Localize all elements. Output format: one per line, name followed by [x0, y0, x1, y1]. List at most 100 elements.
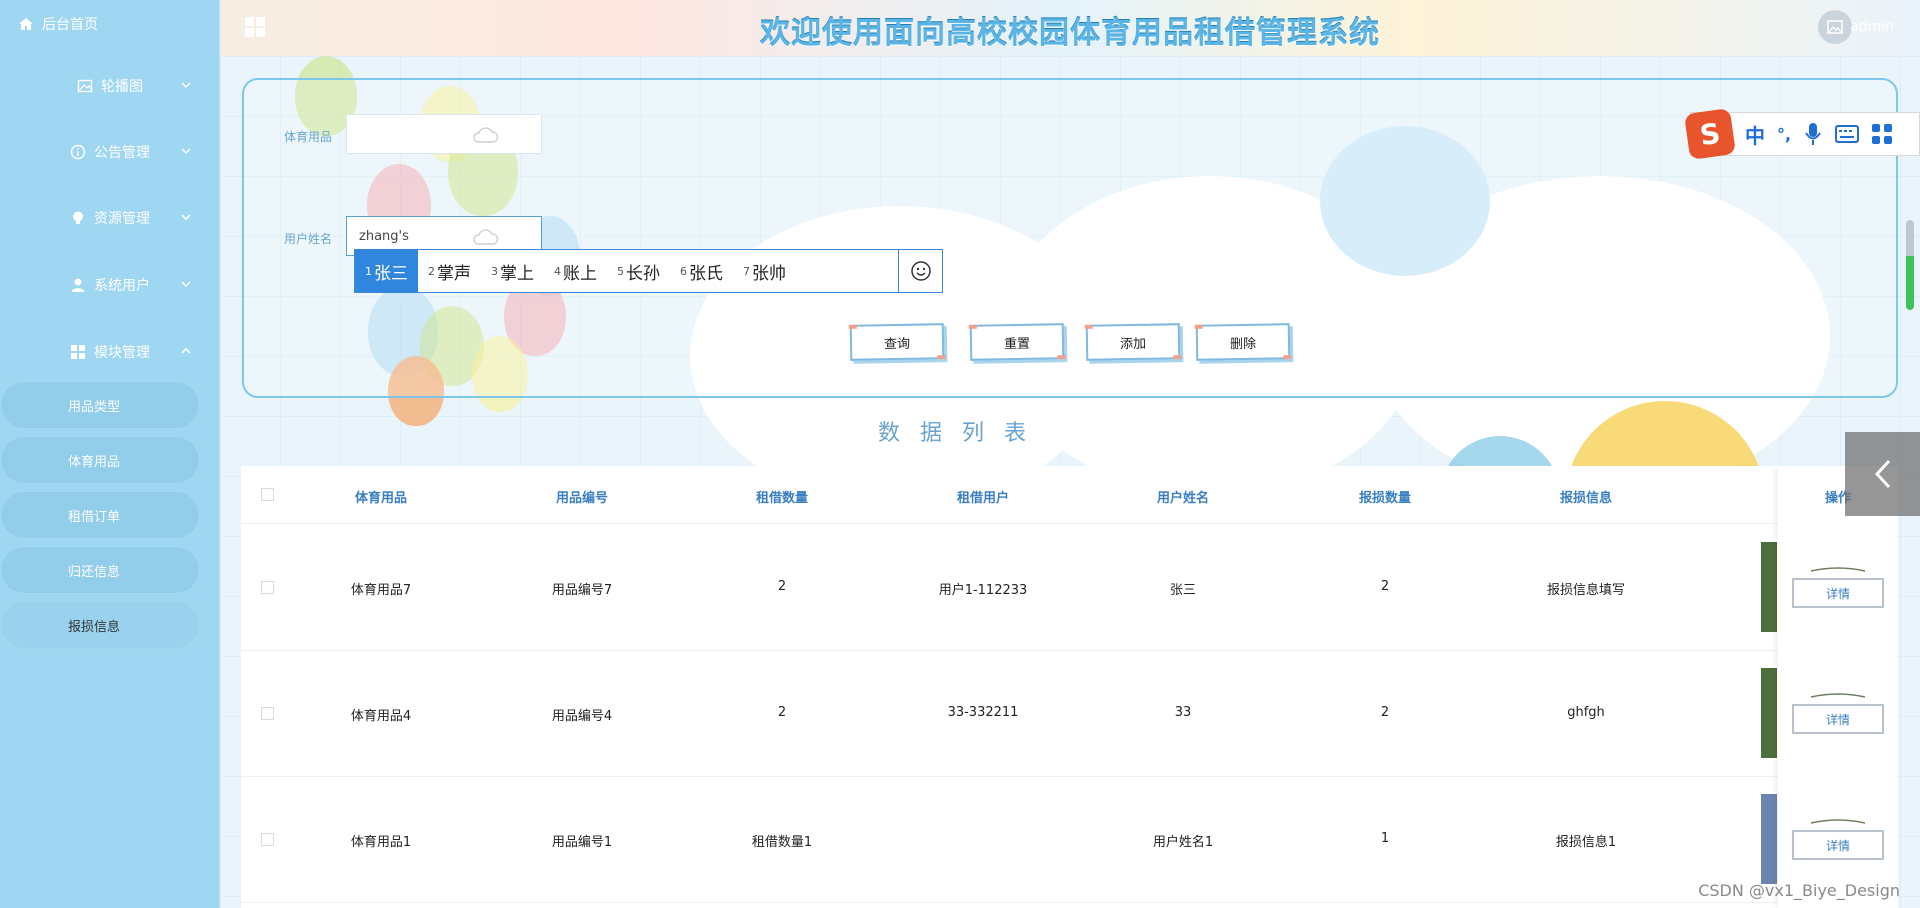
sidebar-item-damage[interactable]: 报损信息 [0, 601, 200, 649]
row-thumbnail [1761, 794, 1777, 884]
menu-group-label: 模块管理 [94, 345, 150, 361]
ime-toolbar: S 中 °, [1684, 108, 1920, 160]
candidate-text: 账上 [563, 263, 597, 284]
chevron-down-icon [181, 82, 191, 89]
column-header[interactable]: 租借用户 [918, 487, 1048, 506]
menu-group-notice[interactable]: 公告管理 [0, 132, 220, 172]
keyboard-icon[interactable] [1835, 125, 1860, 143]
query-button[interactable]: 查询 [849, 323, 945, 361]
menu-group-resource[interactable]: 资源管理 [0, 198, 220, 238]
row-checkbox[interactable] [261, 707, 274, 720]
candidate-text: 张氏 [689, 263, 723, 284]
delete-button[interactable]: 删除 [1195, 323, 1291, 361]
chevron-up-icon [181, 347, 191, 354]
candidate-number: 4 [554, 264, 561, 278]
table-cell: 用品编号4 [551, 709, 613, 724]
menu-group-carousel[interactable]: 轮播图 [0, 66, 220, 106]
smiley-icon [910, 261, 931, 281]
ime-candidate[interactable]: 5 长孙 [607, 250, 670, 292]
chevron-left-icon [1874, 459, 1890, 489]
sidebar-item-returns[interactable]: 归还信息 [0, 546, 200, 594]
grid-icon [71, 345, 85, 359]
ime-language-toggle[interactable]: 中 [1745, 120, 1765, 149]
sidebar-item-orders[interactable]: 租借订单 [0, 491, 200, 539]
menu-group-users[interactable]: 系统用户 [0, 265, 220, 305]
ime-emoji-button[interactable] [898, 250, 942, 292]
side-panel-toggle[interactable] [1845, 432, 1920, 516]
table-cell: 体育用品7 [350, 583, 412, 598]
ime-candidate[interactable]: 1 张三 [355, 250, 418, 292]
menu-group-modules[interactable]: 模块管理 [0, 332, 220, 372]
table-cell: 2 [1380, 705, 1390, 720]
table-cell: ghfgh [1567, 705, 1605, 720]
column-header[interactable]: 报损数量 [1320, 487, 1450, 506]
scrollbar[interactable] [1906, 220, 1914, 310]
sidebar-item-category[interactable]: 用品类型 [0, 381, 200, 429]
username[interactable]: admin [1850, 19, 1894, 35]
column-header[interactable]: 体育用品 [316, 487, 446, 506]
ime-candidate[interactable]: 4 账上 [544, 250, 607, 292]
column-header[interactable]: 用户姓名 [1118, 487, 1248, 506]
row-checkbox[interactable] [261, 581, 274, 594]
reset-button[interactable]: 重置 [969, 323, 1065, 361]
column-header[interactable]: 租借数量 [717, 487, 847, 506]
table-cell: 2 [1380, 579, 1390, 594]
table-cell: 33 [1174, 705, 1192, 720]
cloud-icon [473, 127, 499, 143]
ime-punctuation-toggle[interactable]: °, [1777, 125, 1791, 144]
chevron-down-icon [181, 281, 191, 288]
table-cell: 张三 [1169, 583, 1196, 598]
search-panel: 体育用品 用户姓名 zhang's 查询 重置 添加 删除 [242, 78, 1898, 398]
detail-button[interactable]: 详情 [1792, 578, 1884, 608]
candidate-number: 6 [680, 264, 687, 278]
ime-candidate[interactable]: 6 张氏 [670, 250, 733, 292]
column-header[interactable]: 用品编号 [517, 487, 647, 506]
chevron-down-icon [181, 148, 191, 155]
candidate-text: 张帅 [752, 263, 786, 284]
add-button[interactable]: 添加 [1085, 323, 1181, 361]
menu-group-label: 公告管理 [94, 145, 150, 161]
avatar-image-icon [1827, 20, 1843, 34]
microphone-icon[interactable] [1805, 122, 1821, 146]
avatar[interactable] [1818, 10, 1852, 44]
ime-candidate[interactable]: 2 掌声 [418, 250, 481, 292]
candidate-number: 1 [365, 264, 372, 278]
operation-column: 操作 详情 详情 详情 [1778, 466, 1898, 908]
page-title: 欢迎使用面向高校校园体育用品租借管理系统 [760, 16, 1380, 51]
candidate-text: 长孙 [626, 263, 660, 284]
equipment-search-input[interactable] [346, 114, 542, 154]
sidebar-item-equipment[interactable]: 体育用品 [0, 436, 200, 484]
table-cell: 体育用品4 [350, 709, 412, 724]
sogou-logo[interactable]: S [1684, 108, 1736, 160]
sidebar-item-label: 归还信息 [68, 564, 121, 580]
menu-group-label: 轮播图 [101, 79, 143, 95]
info-circle-icon [70, 144, 86, 160]
detail-button[interactable]: 详情 [1792, 830, 1884, 860]
candidate-number: 2 [428, 264, 435, 278]
table-cell: 报损信息填写 [1546, 583, 1625, 598]
sidebar-item-label: 体育用品 [68, 454, 121, 470]
select-all-checkbox[interactable] [261, 488, 274, 501]
leaf-decoration-icon [1810, 567, 1866, 572]
table-cell: 1 [1380, 831, 1390, 846]
header: 欢迎使用面向高校校园体育用品租借管理系统 admin [220, 0, 1920, 56]
menu-group-label: 系统用户 [94, 278, 150, 294]
table-cell: 体育用品1 [350, 835, 412, 850]
candidate-text: 掌上 [500, 263, 534, 284]
ime-candidate[interactable]: 7 张帅 [733, 250, 796, 292]
data-table: 体育用品 用品编号 租借数量 租借用户 用户姓名 报损数量 报损信息 体育用品7… [241, 466, 1898, 908]
detail-button[interactable]: 详情 [1792, 704, 1884, 734]
sidebar-home[interactable]: 后台首页 [18, 14, 98, 34]
ime-candidate[interactable]: 3 掌上 [481, 250, 544, 292]
chevron-down-icon [181, 214, 191, 221]
menu-group-label: 资源管理 [94, 211, 150, 227]
data-list-title: 数据列表 [877, 421, 1046, 446]
table-cell: 用品编号7 [551, 583, 613, 598]
toolbox-icon[interactable] [1871, 123, 1893, 145]
column-header[interactable]: 报损信息 [1521, 487, 1651, 506]
row-checkbox[interactable] [261, 833, 274, 846]
table-cell: 2 [777, 705, 787, 720]
sidebar-home-label: 后台首页 [42, 17, 98, 33]
table-cell: 报损信息1 [1555, 835, 1617, 850]
table-row: 体育用品7 用品编号7 2 用户1-112233 张三 2 报损信息填写 [241, 525, 1898, 651]
